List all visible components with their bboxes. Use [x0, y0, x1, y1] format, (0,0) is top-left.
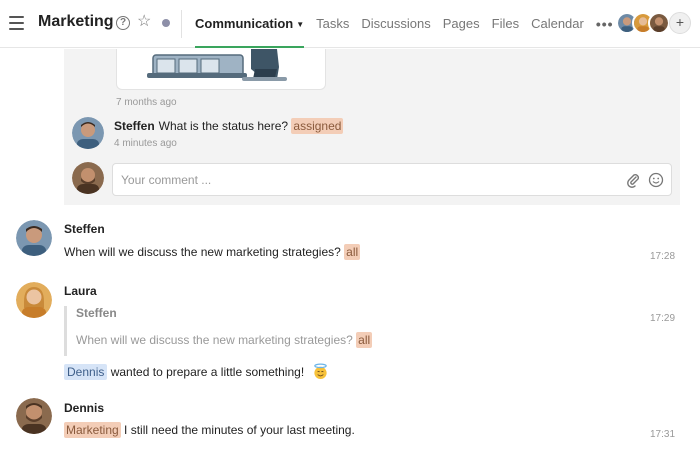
quote-text: When will we discuss the new marketing s…: [76, 333, 353, 347]
paperclip-icon[interactable]: [625, 172, 641, 188]
comment-box: [112, 163, 672, 196]
status-dot-icon[interactable]: [162, 19, 170, 27]
more-icon[interactable]: •••: [596, 0, 614, 48]
reply-timestamp: 4 minutes ago: [114, 138, 177, 149]
thread-panel: 7 months ago Steffen What is the status h…: [64, 49, 680, 205]
message-author[interactable]: Laura: [64, 284, 97, 298]
avatar-dennis: [648, 12, 670, 34]
message-author[interactable]: Steffen: [64, 222, 105, 236]
comment-input[interactable]: [121, 171, 601, 189]
tab-calendar[interactable]: Calendar: [531, 0, 584, 48]
top-bar: Marketing ? ☆ Communication ▼ Tasks Discu…: [0, 0, 700, 48]
avatar-steffen: [72, 117, 104, 149]
avatar-current-user: [72, 162, 104, 194]
tab-files[interactable]: Files: [492, 0, 519, 48]
tab-communication-label: Communication: [195, 16, 294, 31]
menu-icon[interactable]: [9, 16, 24, 30]
illustration-image: [147, 49, 287, 81]
smiley-icon[interactable]: [648, 172, 664, 188]
comment-composer: [72, 162, 672, 198]
message-author[interactable]: Dennis: [64, 401, 104, 415]
avatar-dennis: [16, 398, 52, 434]
tab-pages[interactable]: Pages: [443, 0, 480, 48]
message-text-line: When will we discuss the new marketing s…: [64, 244, 361, 260]
reply-text: What is the status here?: [158, 119, 289, 133]
message-item: Steffen When will we discuss the new mar…: [0, 220, 700, 270]
mention-marketing[interactable]: Marketing: [64, 422, 121, 438]
caret-down-icon: ▼: [296, 19, 305, 29]
quote-author: Steffen: [76, 306, 117, 320]
tab-communication[interactable]: Communication ▼: [195, 0, 305, 48]
workspace-tabs: Communication ▼ Tasks Discussions Pages F…: [195, 0, 626, 48]
message-text-line: Marketing I still need the minutes of yo…: [64, 422, 355, 438]
image-timestamp: 7 months ago: [116, 97, 177, 108]
message-time: 17:29: [650, 313, 676, 324]
tab-tasks[interactable]: Tasks: [316, 0, 349, 48]
assigned-tag[interactable]: assigned: [291, 118, 344, 134]
message-item: Dennis Marketing I still need the minute…: [0, 398, 700, 448]
header-divider: [181, 10, 182, 38]
avatar-steffen: [16, 220, 52, 256]
tab-discussions[interactable]: Discussions: [361, 0, 430, 48]
attached-image[interactable]: [116, 49, 326, 90]
thread-reply: Steffen What is the status here? assigned…: [72, 117, 672, 153]
add-member-button[interactable]: +: [669, 12, 691, 34]
quote-text-line: When will we discuss the new marketing s…: [76, 332, 664, 348]
message-time: 17:28: [650, 251, 676, 262]
message-text: I still need the minutes of your last me…: [124, 423, 355, 437]
message-text: wanted to prepare a little something!: [110, 365, 305, 379]
avatar-laura: [16, 282, 52, 318]
smiling-face-with-halo-icon: [313, 363, 327, 380]
star-icon[interactable]: ☆: [137, 13, 151, 31]
message-time: 17:31: [650, 429, 676, 440]
question-circle-icon[interactable]: ?: [116, 16, 130, 30]
message-text: When will we discuss the new marketing s…: [64, 245, 341, 259]
quoted-message[interactable]: Steffen When will we discuss the new mar…: [64, 306, 664, 356]
message-text-line: Dennis wanted to prepare a little someth…: [64, 363, 329, 380]
reply-line: Steffen What is the status here? assigned: [114, 118, 344, 134]
all-tag[interactable]: all: [356, 332, 373, 348]
page-title: Marketing: [38, 13, 114, 30]
all-tag[interactable]: all: [344, 244, 361, 260]
reply-author[interactable]: Steffen: [114, 119, 155, 133]
message-item: Laura Steffen When will we discuss the n…: [0, 282, 700, 387]
mention-dennis[interactable]: Dennis: [64, 364, 108, 380]
